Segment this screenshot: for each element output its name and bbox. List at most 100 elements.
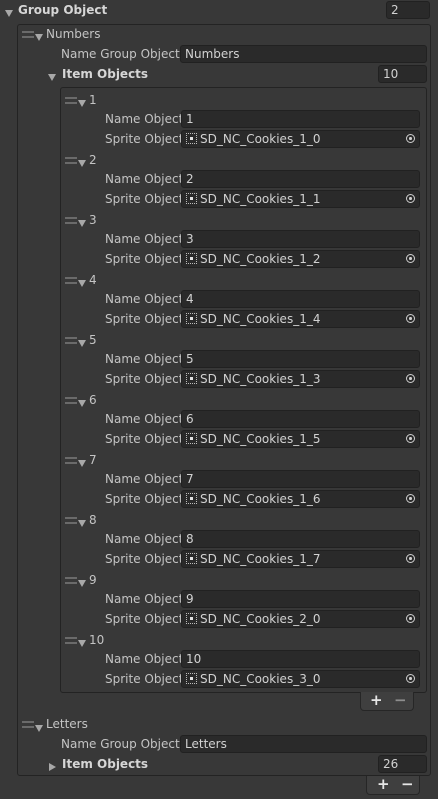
item-name-field[interactable]: 5 — [181, 350, 420, 368]
item-foldout-icon[interactable] — [78, 636, 86, 650]
item-sprite-field[interactable]: SD_NC_Cookies_1_0 — [181, 130, 420, 148]
item-name-field[interactable]: 8 — [181, 530, 420, 548]
object-picker-icon[interactable] — [406, 374, 415, 383]
item-name-label: Name Object — [105, 472, 184, 486]
drag-handle-icon[interactable] — [65, 157, 77, 164]
drag-handle-icon[interactable] — [65, 637, 77, 644]
drag-handle-icon[interactable] — [65, 97, 77, 104]
item-sprite-field[interactable]: SD_NC_Cookies_1_5 — [181, 430, 420, 448]
item-foldout-icon[interactable] — [78, 456, 86, 470]
item-name-label: Name Object — [105, 172, 184, 186]
item-foldout-icon[interactable] — [78, 576, 86, 590]
item-name-field[interactable]: 1 — [181, 110, 420, 128]
sprite-asset-icon — [186, 553, 197, 564]
sprite-asset-icon — [186, 133, 197, 144]
item-sprite-label: Sprite Object — [105, 132, 184, 146]
item-sprite-value: SD_NC_Cookies_1_6 — [200, 492, 321, 506]
item-name-label: Name Object — [105, 292, 184, 306]
item-index-label: 9 — [89, 573, 97, 587]
item-sprite-value: SD_NC_Cookies_3_0 — [200, 672, 321, 686]
group-object-count-field[interactable]: 2 — [386, 1, 430, 19]
drag-handle-icon[interactable] — [65, 337, 77, 344]
numbers-foldout-icon[interactable] — [35, 30, 43, 44]
drag-handle-icon[interactable] — [22, 31, 34, 38]
letters-item-objects-foldout-icon[interactable] — [49, 760, 56, 774]
item-sprite-field[interactable]: SD_NC_Cookies_3_0 — [181, 670, 420, 688]
item-name-field[interactable]: 10 — [181, 650, 420, 668]
sprite-asset-icon — [186, 493, 197, 504]
item-index-label: 8 — [89, 513, 97, 527]
item-name-label: Name Object — [105, 352, 184, 366]
item-foldout-icon[interactable] — [78, 336, 86, 350]
sprite-asset-icon — [186, 373, 197, 384]
sprite-asset-icon — [186, 193, 197, 204]
item-foldout-icon[interactable] — [78, 156, 86, 170]
item-index-label: 7 — [89, 453, 97, 467]
item-index-label: 6 — [89, 393, 97, 407]
item-index-label: 1 — [89, 93, 97, 107]
add-group-button[interactable]: + — [377, 775, 390, 793]
item-name-label: Name Object — [105, 112, 184, 126]
item-name-label: Name Object — [105, 532, 184, 546]
numbers-name-field[interactable]: Numbers — [180, 45, 427, 63]
item-sprite-field[interactable]: SD_NC_Cookies_1_3 — [181, 370, 420, 388]
group-object-foldout-icon[interactable] — [5, 6, 13, 20]
item-sprite-label: Sprite Object — [105, 372, 184, 386]
object-picker-icon[interactable] — [406, 134, 415, 143]
remove-item-button[interactable]: − — [394, 691, 407, 709]
sprite-asset-icon — [186, 253, 197, 264]
item-sprite-value: SD_NC_Cookies_1_5 — [200, 432, 321, 446]
item-index-label: 4 — [89, 273, 97, 287]
item-name-field[interactable]: 9 — [181, 590, 420, 608]
item-name-field[interactable]: 7 — [181, 470, 420, 488]
drag-handle-icon[interactable] — [65, 457, 77, 464]
item-foldout-icon[interactable] — [78, 216, 86, 230]
object-picker-icon[interactable] — [406, 314, 415, 323]
item-sprite-field[interactable]: SD_NC_Cookies_1_1 — [181, 190, 420, 208]
item-sprite-label: Sprite Object — [105, 492, 184, 506]
drag-handle-icon[interactable] — [22, 721, 34, 728]
item-sprite-field[interactable]: SD_NC_Cookies_1_7 — [181, 550, 420, 568]
item-objects-add-remove: + − — [360, 691, 414, 711]
item-foldout-icon[interactable] — [78, 516, 86, 530]
item-foldout-icon[interactable] — [78, 396, 86, 410]
letters-item-objects-label: Item Objects — [62, 757, 149, 771]
item-name-field[interactable]: 2 — [181, 170, 420, 188]
remove-group-button[interactable]: − — [401, 775, 414, 793]
item-objects-foldout-icon[interactable] — [48, 70, 56, 84]
object-picker-icon[interactable] — [406, 194, 415, 203]
add-item-button[interactable]: + — [370, 691, 383, 709]
letters-foldout-icon[interactable] — [35, 721, 43, 735]
item-name-field[interactable]: 6 — [181, 410, 420, 428]
letters-name-field[interactable]: Letters — [180, 735, 427, 753]
sprite-asset-icon — [186, 433, 197, 444]
item-sprite-field[interactable]: SD_NC_Cookies_1_6 — [181, 490, 420, 508]
item-index-label: 3 — [89, 213, 97, 227]
item-sprite-field[interactable]: SD_NC_Cookies_1_4 — [181, 310, 420, 328]
object-picker-icon[interactable] — [406, 494, 415, 503]
object-picker-icon[interactable] — [406, 674, 415, 683]
item-sprite-label: Sprite Object — [105, 252, 184, 266]
item-name-field[interactable]: 3 — [181, 230, 420, 248]
object-picker-icon[interactable] — [406, 254, 415, 263]
object-picker-icon[interactable] — [406, 434, 415, 443]
item-sprite-label: Sprite Object — [105, 432, 184, 446]
drag-handle-icon[interactable] — [65, 577, 77, 584]
item-name-field[interactable]: 4 — [181, 290, 420, 308]
letters-header: Letters — [46, 717, 88, 731]
item-foldout-icon[interactable] — [78, 96, 86, 110]
drag-handle-icon[interactable] — [65, 397, 77, 404]
item-sprite-value: SD_NC_Cookies_1_4 — [200, 312, 321, 326]
item-sprite-field[interactable]: SD_NC_Cookies_2_0 — [181, 610, 420, 628]
item-objects-count-field[interactable]: 10 — [378, 65, 427, 83]
item-sprite-label: Sprite Object — [105, 192, 184, 206]
object-picker-icon[interactable] — [406, 614, 415, 623]
drag-handle-icon[interactable] — [65, 517, 77, 524]
object-picker-icon[interactable] — [406, 554, 415, 563]
item-sprite-field[interactable]: SD_NC_Cookies_1_2 — [181, 250, 420, 268]
drag-handle-icon[interactable] — [65, 277, 77, 284]
letters-item-objects-count-field[interactable]: 26 — [378, 755, 427, 773]
item-foldout-icon[interactable] — [78, 276, 86, 290]
sprite-asset-icon — [186, 673, 197, 684]
drag-handle-icon[interactable] — [65, 217, 77, 224]
